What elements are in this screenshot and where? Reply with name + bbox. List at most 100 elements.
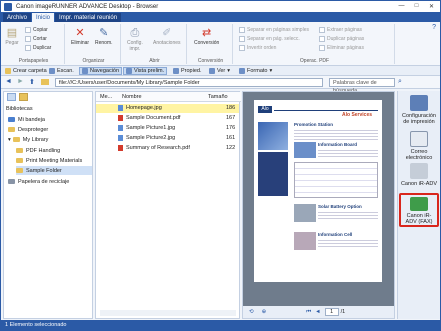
print-config-button[interactable]: ⎙ Config. impr. [127, 26, 143, 52]
view-button[interactable]: Ver ▾ [207, 67, 232, 75]
folder-icon [16, 148, 23, 153]
address-input[interactable]: file:///C:/Users/user/Documents/My Libra… [55, 78, 323, 87]
preview-pane: Alo Alo Services Promotion Station Infor… [242, 91, 395, 319]
horizontal-scrollbar[interactable] [100, 310, 236, 316]
delete-button[interactable]: ✕ Eliminar [71, 26, 89, 46]
recycle-bin-icon [8, 179, 15, 184]
create-folder-button[interactable]: Crear carpeta [3, 67, 49, 75]
file-list: Me... Nombre Tamaño Homepage.jpg 186 Sam… [95, 91, 241, 319]
app-window: Canon imageRUNNER ADVANCE Desktop - Brow… [0, 0, 441, 331]
rotate-icon[interactable]: ⟲ [249, 309, 254, 315]
tab-inicio[interactable]: Inicio [32, 13, 55, 22]
cell-heading: Information Cell [318, 232, 353, 237]
tree-item-mi-bandeja[interactable]: Mi bandeja [8, 115, 92, 124]
help-icon[interactable]: ? [432, 24, 436, 31]
cell-photo [294, 232, 316, 250]
folder-view-icon[interactable] [19, 93, 28, 101]
separate-selected-button[interactable]: Separar en pág. selecc. [239, 35, 300, 42]
navigation-button[interactable]: Navegación [79, 67, 123, 75]
group-operac-pdf: Separar en páginas simples Separar en pá… [235, 24, 395, 64]
annotations-button[interactable]: ✐ Anotaciones [153, 26, 181, 46]
column-size[interactable]: Tamaño [208, 94, 228, 100]
expand-arrow-icon[interactable]: ▾ [8, 137, 11, 143]
search-input[interactable]: Palabras clave de búsqueda [329, 78, 395, 94]
maximize-button[interactable]: □ [410, 2, 423, 10]
tree-item-print-meeting[interactable]: Print Meeting Materials [16, 156, 92, 165]
preview-button[interactable]: Vista prelim. [123, 67, 168, 75]
separate-icon [239, 35, 245, 42]
status-bar: 1 Elemento seleccionado [1, 320, 440, 330]
tree-item-my-library[interactable]: ▾ My Library [8, 135, 92, 144]
properties-button[interactable]: Propied. [171, 67, 204, 75]
conversion-button[interactable]: ⇄ Conversión [194, 26, 219, 46]
folder-icon [16, 158, 23, 163]
table-row[interactable]: Sample Document.pdf 167 [96, 114, 239, 123]
file-name: Homepage.jpg [118, 105, 162, 111]
table-row[interactable]: Homepage.jpg 186 [96, 104, 239, 113]
solar-heading: Solar Battery Option [318, 204, 362, 209]
duplicate-pages-button[interactable]: Duplicar páginas [319, 35, 364, 42]
separate-icon [239, 26, 245, 33]
tree-pane: Bibliotecas Mi bandeja Desproteger ▾ My L… [3, 91, 93, 319]
folder-icon [16, 168, 23, 173]
pdf-file-icon [118, 145, 123, 151]
printer-icon [410, 163, 428, 179]
window-title: Canon imageRUNNER ADVANCE Desktop - Brow… [16, 3, 159, 10]
minimize-button[interactable]: — [395, 2, 408, 10]
preview-page: Alo Alo Services Promotion Station Infor… [254, 100, 382, 282]
email-button[interactable]: Correo electrónico [399, 131, 439, 161]
info-text [318, 148, 378, 158]
extract-pages-button[interactable]: Extraer páginas [319, 26, 362, 33]
first-page-icon[interactable]: ⏮ [306, 309, 311, 316]
tree-item-desproteger[interactable]: Desproteger [8, 125, 92, 134]
rename-button[interactable]: ✎ Renom. [95, 26, 113, 46]
group-label: Abrir [149, 58, 160, 64]
tree-view-icon[interactable] [7, 93, 16, 101]
tree-item-pdf-handling[interactable]: PDF Handling [16, 146, 92, 155]
print-settings-button[interactable]: Configuración de impresión [399, 95, 439, 125]
delete-pages-button[interactable]: Eliminar páginas [319, 44, 364, 51]
tree-item-papelera[interactable]: Papelera de reciclaje [8, 177, 92, 186]
scan-button[interactable]: Escan. [47, 67, 76, 75]
page-number-input[interactable]: 1 [324, 308, 339, 316]
file-size: 176 [226, 125, 236, 131]
tab-archivo[interactable]: Archivo [3, 13, 32, 22]
column-me[interactable]: Me... [100, 94, 112, 100]
separate-simple-button[interactable]: Separar en páginas simples [239, 26, 309, 33]
image-file-icon [118, 125, 123, 131]
up-folder-icon[interactable]: ⬆ [29, 78, 35, 86]
prev-page-icon[interactable]: ◄ [315, 309, 320, 315]
search-icon[interactable]: ⌕ [398, 78, 402, 86]
invert-order-button[interactable]: Invertir orden [239, 44, 276, 51]
cut-button[interactable]: Cortar [25, 35, 47, 42]
file-name: Summary of Research.pdf [118, 145, 190, 151]
zoom-icon[interactable]: ⊕ [262, 309, 267, 315]
group-conversion: ⇄ Conversión Conversión [189, 24, 233, 64]
printer-ir-adv-button[interactable]: Canon iR-ADV [399, 163, 439, 187]
table-row[interactable]: Sample Picture2.jpg 161 [96, 134, 239, 143]
forward-arrow-icon[interactable]: ► [17, 78, 24, 85]
tab-impr-material[interactable]: Impr. material reunión [55, 13, 122, 22]
fax-ir-adv-button[interactable]: Canon iR-ADV (FAX) [399, 193, 439, 227]
table-row[interactable]: Sample Picture1.jpg 176 [96, 124, 239, 133]
pdf-conversion-icon: ⇄ [202, 26, 212, 39]
format-button[interactable]: Formato ▾ [237, 67, 274, 75]
group-label: Organizar [82, 58, 105, 64]
tray-icon [8, 117, 15, 122]
page-total: /1 [340, 309, 346, 315]
close-button[interactable]: ✕ [425, 2, 438, 10]
folder-icon [41, 79, 49, 85]
solar-text [318, 210, 378, 220]
tree-item-sample-folder[interactable]: Sample Folder [16, 166, 92, 175]
back-arrow-icon[interactable]: ◄ [5, 78, 12, 85]
group-organizar: ✕ Eliminar ✎ Renom. Organizar [67, 24, 121, 64]
paste-button[interactable]: ▤ Pegar [5, 26, 19, 46]
duplicate-button[interactable]: Duplicar [25, 44, 51, 51]
rename-icon: ✎ [99, 26, 109, 39]
image-file-icon [118, 105, 123, 111]
header-rule [274, 110, 378, 111]
column-name[interactable]: Nombre [122, 94, 142, 100]
table-row[interactable]: Summary of Research.pdf 122 [96, 144, 239, 153]
printer-settings-icon [410, 95, 428, 111]
copy-button[interactable]: Copiar [25, 26, 48, 33]
